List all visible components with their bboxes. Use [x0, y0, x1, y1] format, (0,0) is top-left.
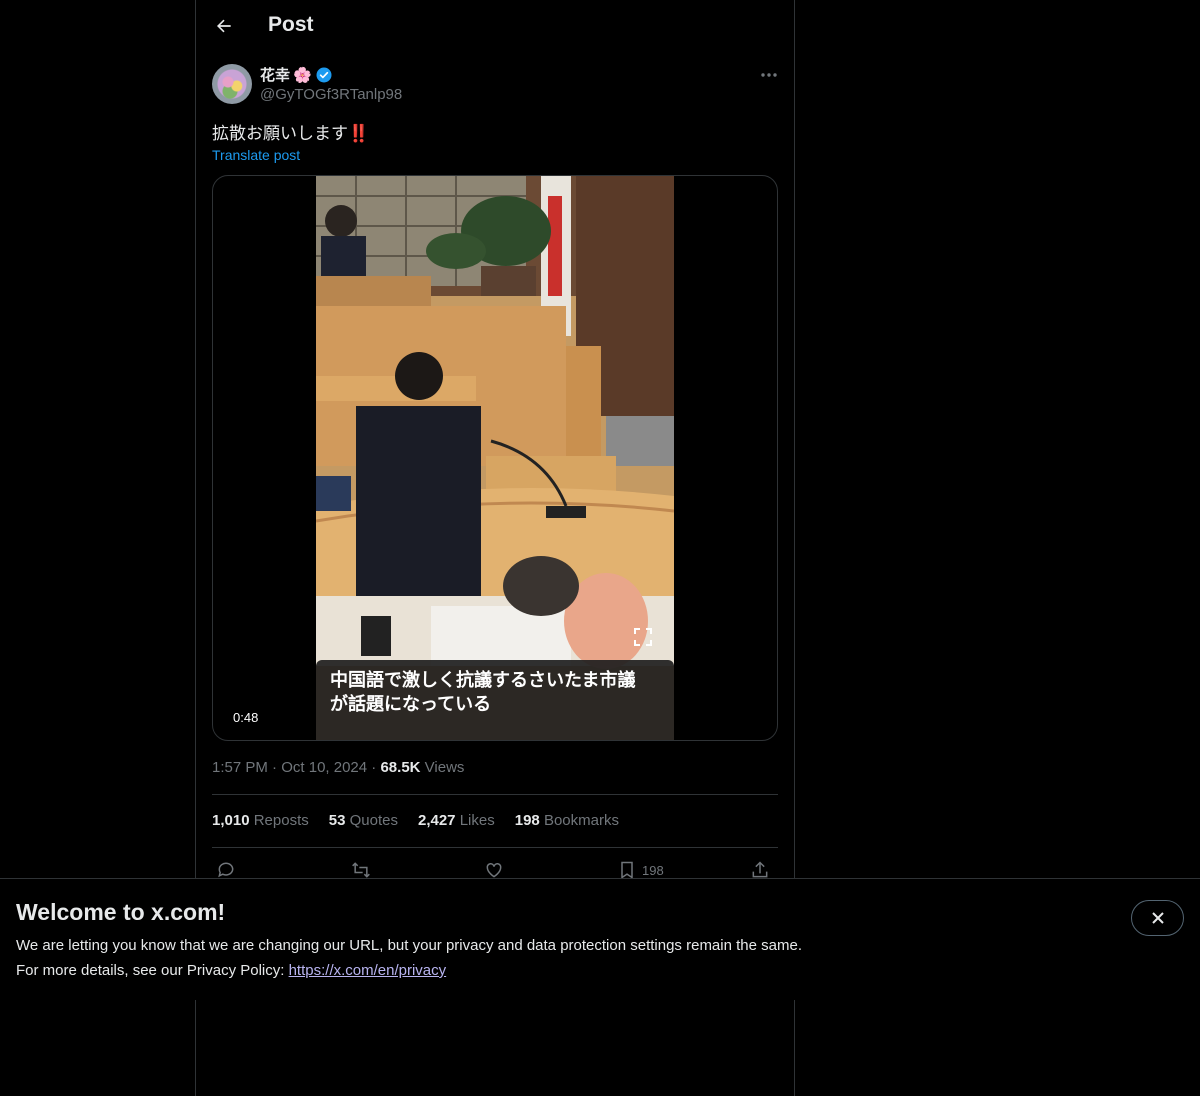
bookmarks-stat[interactable]: 198 Bookmarks — [515, 812, 619, 829]
caption-line-1: 中国語で激しく抗議するさいたま市議 — [330, 670, 636, 690]
banner-message: We are letting you know that we are chan… — [16, 937, 802, 954]
author-handle[interactable]: @GyTOGf3RTanlp98 — [260, 86, 402, 103]
post-meta: 1:57 PM · Oct 10, 2024 · 68.5K Views — [212, 759, 464, 776]
heart-icon — [486, 862, 502, 878]
back-button[interactable] — [206, 8, 242, 44]
caption-line-2: が話題になっている — [330, 694, 492, 714]
video-thumbnail-image — [316, 176, 674, 740]
banner-details-text: For more details, see our Privacy Policy… — [16, 962, 289, 979]
likes-label: Likes — [459, 812, 495, 829]
meta-separator: · — [272, 759, 278, 776]
post-text: 拡散お願いします‼️ — [212, 124, 370, 143]
close-banner-button[interactable] — [1131, 900, 1184, 936]
video-player[interactable]: 中国語で激しく抗議するさいたま市議 が話題になっている 0:48 — [212, 175, 778, 741]
privacy-policy-link[interactable]: https://x.com/en/privacy — [289, 962, 447, 979]
display-name-text: 花幸 — [260, 67, 291, 84]
reply-button[interactable] — [216, 860, 236, 880]
views-count: 68.5K — [380, 759, 421, 776]
likes-stat[interactable]: 2,427 Likes — [418, 812, 495, 829]
name-emoji: 🌸 — [293, 66, 312, 84]
meta-separator: · — [371, 759, 377, 776]
quotes-count: 53 — [328, 812, 346, 829]
divider — [212, 794, 778, 795]
engagement-stats: 1,010 Reposts 53 Quotes 2,427 Likes 198 … — [212, 812, 619, 829]
bookmarks-count: 198 — [514, 812, 540, 829]
video-caption: 中国語で激しく抗議するさいたま市議 が話題になっている — [316, 660, 674, 740]
quotes-label: Quotes — [349, 812, 398, 829]
video-frame[interactable]: 中国語で激しく抗議するさいたま市議 が話題になっている — [316, 176, 674, 740]
post-time[interactable]: 1:57 PM — [212, 759, 268, 776]
reposts-label: Reposts — [253, 812, 309, 829]
page-title: Post — [268, 13, 314, 36]
share-icon — [752, 861, 768, 878]
likes-count: 2,427 — [417, 812, 456, 829]
avatar[interactable] — [212, 64, 252, 104]
reposts-stat[interactable]: 1,010 Reposts — [212, 812, 309, 829]
share-button[interactable] — [750, 860, 770, 880]
video-duration: 0:48 — [225, 708, 267, 727]
close-icon — [1151, 912, 1164, 924]
fullscreen-icon[interactable] — [634, 628, 652, 646]
arrow-left-icon — [217, 19, 231, 33]
bookmarks-label: Bookmarks — [543, 812, 619, 829]
like-button[interactable] — [484, 860, 504, 880]
bookmark-count: 198 — [642, 862, 664, 878]
verified-badge-icon — [315, 66, 333, 84]
quotes-stat[interactable]: 53 Quotes — [329, 812, 398, 829]
translate-post-link[interactable]: Translate post — [212, 147, 300, 163]
post-date[interactable]: Oct 10, 2024 — [281, 759, 367, 776]
repost-icon — [352, 862, 370, 878]
author-name[interactable]: 花幸 🌸 — [260, 64, 333, 85]
top-bar: Post — [196, 0, 794, 53]
bookmark-button[interactable]: 198 — [618, 860, 664, 880]
more-icon — [761, 73, 777, 77]
views-label: Views — [424, 759, 465, 776]
welcome-banner: Welcome to x.com! We are letting you kno… — [0, 878, 1200, 1000]
reply-icon — [218, 862, 234, 878]
repost-button[interactable] — [350, 860, 372, 880]
more-options-button[interactable] — [752, 62, 786, 88]
banner-details: For more details, see our Privacy Policy… — [16, 962, 446, 979]
reposts-count: 1,010 — [212, 812, 250, 829]
banner-title: Welcome to x.com! — [16, 899, 226, 925]
bookmark-icon — [621, 861, 633, 879]
divider — [212, 847, 778, 848]
